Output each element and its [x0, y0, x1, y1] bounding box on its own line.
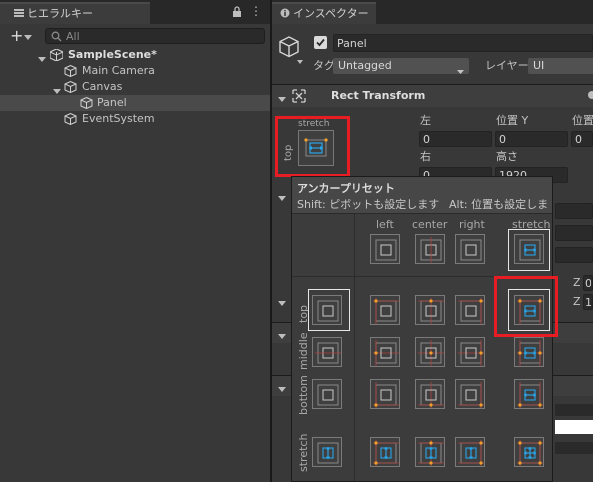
preset-middle-stretch[interactable] — [514, 337, 544, 367]
component-title: Rect Transform — [331, 89, 426, 102]
preset-row-bottom[interactable] — [312, 379, 342, 409]
z-field[interactable] — [583, 275, 593, 291]
tree-label: Main Camera — [82, 64, 155, 77]
rect-transform-icon — [292, 89, 306, 106]
hierarchy-tab-label: ヒエラルキー — [27, 7, 93, 20]
pos-y-label: 位置 Y — [496, 114, 529, 127]
field-peek[interactable] — [555, 247, 593, 263]
tab-inspector[interactable]: インスペクター — [272, 2, 376, 24]
list-icon — [14, 5, 24, 17]
selected-row-indicator — [308, 289, 350, 331]
preset-column-left[interactable] — [370, 234, 400, 264]
highlight-box-anchor-widget — [275, 116, 350, 177]
row-label-stretch: stretch — [297, 433, 310, 472]
tag-dropdown[interactable]: Untagged — [333, 58, 469, 74]
field-peek[interactable] — [555, 225, 593, 241]
preset-column-right[interactable] — [455, 234, 485, 264]
layer-dropdown[interactable]: UI — [528, 58, 593, 74]
chevron-down-icon[interactable] — [24, 31, 32, 44]
more-menu-icon[interactable]: ⋮ — [250, 5, 262, 17]
grid-divider-v — [354, 213, 355, 481]
preset-stretch-right[interactable] — [455, 437, 485, 467]
preset-top-left[interactable] — [370, 295, 400, 325]
component-settings-icon[interactable] — [588, 91, 593, 99]
chevron-down-icon — [457, 64, 464, 80]
z-label: Z — [573, 295, 581, 308]
left-field[interactable] — [419, 131, 492, 147]
field-peek[interactable] — [555, 203, 593, 219]
selected-column-indicator — [508, 229, 550, 271]
active-checkbox[interactable] — [314, 36, 327, 49]
right-label: 右 — [420, 150, 431, 163]
preset-stretch-stretch[interactable] — [514, 437, 544, 467]
search-input[interactable]: All — [45, 28, 265, 44]
preset-middle-right[interactable] — [455, 337, 485, 367]
pos-y-field[interactable] — [495, 131, 568, 147]
field-peek[interactable] — [555, 442, 593, 454]
preset-top-right[interactable] — [455, 295, 485, 325]
collapse-arrow-icon[interactable] — [278, 192, 286, 205]
popup-title: アンカープリセット — [297, 182, 395, 195]
preset-middle-left[interactable] — [370, 337, 400, 367]
preset-middle-center[interactable] — [415, 337, 445, 367]
tree-row-scene[interactable]: SampleScene* — [0, 47, 270, 63]
preset-bottom-stretch[interactable] — [514, 379, 544, 409]
preset-bottom-right[interactable] — [455, 379, 485, 409]
collapse-arrow-icon[interactable] — [278, 330, 286, 343]
tree-label: SampleScene* — [68, 48, 157, 61]
preset-row-stretch[interactable] — [312, 437, 342, 467]
tag-value: Untagged — [338, 59, 392, 72]
z-field[interactable] — [583, 294, 593, 310]
object-name-field[interactable] — [333, 34, 593, 52]
tree-row-main-camera[interactable]: Main Camera — [0, 63, 270, 79]
pos-z-field[interactable] — [571, 131, 593, 147]
column-label-center: center — [412, 218, 448, 231]
pos-z-label: 位置 — [572, 114, 593, 127]
preset-stretch-center[interactable] — [415, 437, 445, 467]
collapse-arrow-icon[interactable] — [278, 297, 286, 310]
tree-row-eventsystem[interactable]: EventSystem — [0, 111, 270, 127]
preset-bottom-center[interactable] — [415, 379, 445, 409]
preset-bottom-left[interactable] — [370, 379, 400, 409]
layer-label: レイヤー — [485, 59, 529, 72]
search-icon — [51, 31, 62, 47]
height-label: 高さ — [496, 150, 518, 163]
inspector-tabbar: インスペクター — [272, 0, 593, 24]
highlight-box-top-stretch — [494, 276, 558, 337]
preset-column-center[interactable] — [415, 234, 445, 264]
collapse-arrow-icon[interactable] — [278, 383, 286, 396]
row-label-bottom: bottom — [297, 375, 310, 415]
chevron-down-icon[interactable] — [297, 55, 303, 68]
z-label: Z — [573, 276, 581, 289]
inspector-tab-label: インスペクター — [293, 7, 369, 20]
row-label-middle: middle — [297, 332, 310, 370]
rect-transform-header[interactable]: Rect Transform — [272, 84, 593, 107]
preset-stretch-left[interactable] — [370, 437, 400, 467]
hierarchy-panel: ヒエラルキー ⋮ + All SampleScene* Main Camera … — [0, 0, 270, 482]
color-swatch[interactable] — [555, 420, 593, 434]
tab-hierarchy[interactable]: ヒエラルキー — [0, 2, 150, 24]
column-label-left: left — [376, 218, 394, 231]
tree-label: EventSystem — [82, 112, 155, 125]
preset-top-center[interactable] — [415, 295, 445, 325]
hierarchy-tabbar: ヒエラルキー ⋮ — [0, 0, 270, 24]
popup-hint-shift: Shift: ピボットも設定します — [297, 198, 440, 211]
gameobject-icon — [64, 112, 77, 130]
popup-hint-alt: Alt: 位置も設定しま — [449, 198, 549, 211]
collapse-arrow-icon[interactable] — [278, 93, 286, 106]
column-label-right: right — [459, 218, 485, 231]
preset-row-middle[interactable] — [312, 337, 342, 367]
tree-label: Canvas — [82, 80, 123, 93]
tree-label: Panel — [97, 96, 127, 109]
search-placeholder: All — [66, 30, 80, 43]
tree-row-canvas[interactable]: Canvas — [0, 79, 270, 95]
layer-value: UI — [533, 59, 545, 72]
left-label: 左 — [420, 114, 431, 127]
tag-label: タグ — [313, 59, 335, 72]
add-icon[interactable]: + — [10, 26, 23, 45]
lock-icon[interactable] — [232, 6, 242, 21]
info-icon — [280, 5, 290, 18]
tree-row-panel[interactable]: Panel — [0, 95, 270, 111]
field-peek[interactable] — [555, 404, 593, 416]
